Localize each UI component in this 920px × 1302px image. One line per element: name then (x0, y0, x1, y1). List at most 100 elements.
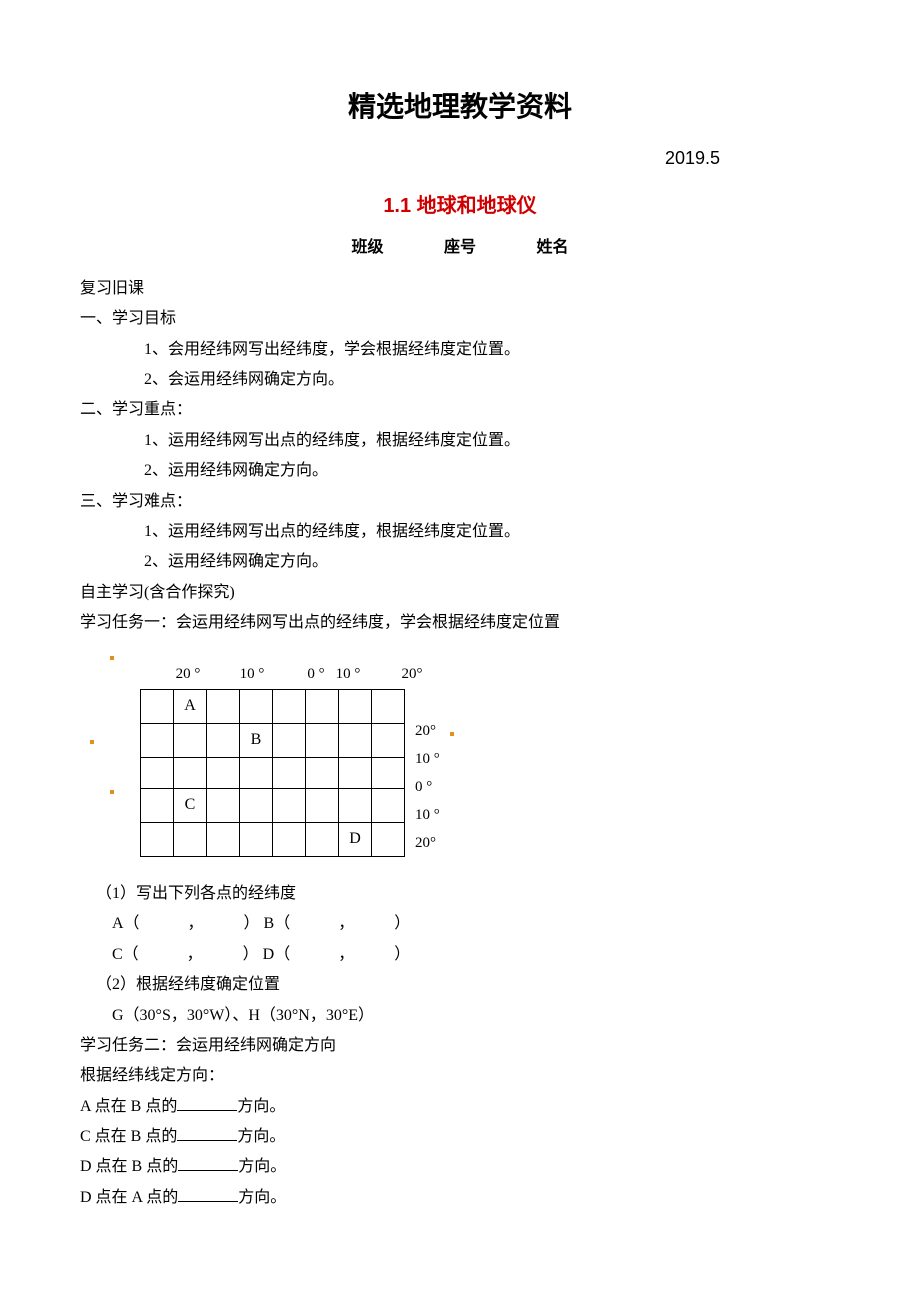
task-2-title: 学习任务二：会运用经纬网确定方向 (80, 1031, 840, 1061)
grid-cell (306, 757, 339, 788)
grid-cell (174, 723, 207, 757)
task-1-title: 学习任务一：会运用经纬网写出点的经纬度，学会根据经纬度定位置 (80, 608, 840, 638)
grid-cell (372, 757, 405, 788)
section-number: 1.1 地球和地球仪 (80, 187, 840, 225)
grid-cell (372, 689, 405, 723)
dir-text: 方向。 (238, 1158, 286, 1175)
grid-cell (174, 823, 207, 857)
grid-cell (339, 723, 372, 757)
blank-input[interactable] (177, 1094, 237, 1111)
grid-cell (141, 723, 174, 757)
grid-cell: C (174, 789, 207, 823)
answer-line-cd: C（ ， ） D（ ， ） (80, 940, 840, 970)
keypoint-item: 2、运用经纬网确定方向。 (80, 456, 840, 486)
heading-keypoint: 二、学习重点： (80, 395, 840, 425)
dir-text: 方向。 (237, 1098, 285, 1115)
lat-label: 10 ° (415, 801, 440, 829)
heading-difficulty: 三、学习难点： (80, 487, 840, 517)
grid-cell (141, 823, 174, 857)
long-label: 10 ° (332, 660, 364, 689)
main-title: 精选地理教学资料 (80, 80, 840, 133)
grid-cell (306, 723, 339, 757)
long-label: 10 ° (236, 660, 268, 689)
objective-item: 1、会用经纬网写出经纬度，学会根据经纬度定位置。 (80, 335, 840, 365)
direction-line: D 点在 B 点的 方向。 (80, 1152, 840, 1182)
answer-line-gh: G（30°S，30°W）、H（30°N，30°E） (80, 1001, 840, 1031)
grid-cell (306, 789, 339, 823)
dir-text: C 点在 B 点的 (80, 1128, 177, 1145)
direction-line: D 点在 A 点的 方向。 (80, 1183, 840, 1213)
dir-text: A 点在 B 点的 (80, 1098, 177, 1115)
label-name: 姓名 (536, 239, 568, 256)
grid-right-labels: 20° 10 ° 0 ° 10 ° 20° (415, 689, 440, 857)
blank-input[interactable] (178, 1154, 238, 1171)
difficulty-item: 1、运用经纬网写出点的经纬度，根据经纬度定位置。 (80, 517, 840, 547)
decorative-dot (110, 790, 114, 794)
grid-cell (207, 689, 240, 723)
grid-cell (372, 723, 405, 757)
direction-line: C 点在 B 点的 方向。 (80, 1122, 840, 1152)
direction-line: A 点在 B 点的 方向。 (80, 1092, 840, 1122)
grid-cell (339, 757, 372, 788)
grid-cell (207, 723, 240, 757)
keypoint-item: 1、运用经纬网写出点的经纬度，根据经纬度定位置。 (80, 426, 840, 456)
grid-cell (273, 789, 306, 823)
grid-cell (273, 823, 306, 857)
grid-cell (273, 723, 306, 757)
grid-cell (273, 689, 306, 723)
dir-text: D 点在 B 点的 (80, 1158, 178, 1175)
long-label: 20 ° (172, 660, 204, 689)
objective-item: 2、会运用经纬网确定方向。 (80, 365, 840, 395)
lat-label: 20° (415, 829, 440, 857)
dir-text: 方向。 (237, 1128, 285, 1145)
decorative-dot (110, 656, 114, 660)
grid-cell (207, 757, 240, 788)
grid-cell: D (339, 823, 372, 857)
decorative-dot (90, 740, 94, 744)
lat-label: 10 ° (415, 745, 440, 773)
grid-cell (339, 789, 372, 823)
blank-input[interactable] (178, 1185, 238, 1202)
decorative-dot (450, 732, 454, 736)
long-label: 20° (396, 660, 428, 689)
heading-selfstudy: 自主学习(含合作探究) (80, 578, 840, 608)
grid-cell (273, 757, 306, 788)
grid-cell (207, 823, 240, 857)
direction-heading: 根据经纬线定方向： (80, 1061, 840, 1091)
dir-text: 方向。 (238, 1189, 286, 1206)
lat-label: 20° (415, 717, 440, 745)
grid-cell (240, 789, 273, 823)
label-class: 班级 (352, 239, 384, 256)
label-seat: 座号 (444, 239, 476, 256)
grid-cell (306, 689, 339, 723)
heading-review: 复习旧课 (80, 274, 840, 304)
dir-text: D 点在 A 点的 (80, 1189, 178, 1206)
grid-cell (240, 689, 273, 723)
grid-cell (141, 789, 174, 823)
grid-cell (240, 823, 273, 857)
blank-input[interactable] (177, 1124, 237, 1141)
heading-objective: 一、学习目标 (80, 304, 840, 334)
question-1: （1）写出下列各点的经纬度 (80, 879, 840, 909)
grid-cell: A (174, 689, 207, 723)
date-line: 2019.5 (80, 141, 840, 175)
grid-cell (372, 823, 405, 857)
lat-long-grid: 20 ° 10 ° 0 ° 10 ° 20° ABC D 20° 10 ° 0 °… (140, 660, 840, 857)
grid-cell (174, 757, 207, 788)
grid-table: ABC D (140, 689, 405, 857)
grid-cell (339, 689, 372, 723)
grid-cell (141, 757, 174, 788)
grid-cell (207, 789, 240, 823)
question-2: （2）根据经纬度确定位置 (80, 970, 840, 1000)
long-label: 0 ° (300, 660, 332, 689)
grid-cell (372, 789, 405, 823)
grid-cell (306, 823, 339, 857)
answer-line-ab: A（ ， ） B（ ， ） (80, 909, 840, 939)
student-info-row: 班级 座号 姓名 (80, 233, 840, 263)
grid-top-labels: 20 ° 10 ° 0 ° 10 ° 20° (172, 660, 840, 689)
grid-cell (141, 689, 174, 723)
grid-cell (240, 757, 273, 788)
grid-cell: B (240, 723, 273, 757)
lat-label: 0 ° (415, 773, 440, 801)
difficulty-item: 2、运用经纬网确定方向。 (80, 547, 840, 577)
